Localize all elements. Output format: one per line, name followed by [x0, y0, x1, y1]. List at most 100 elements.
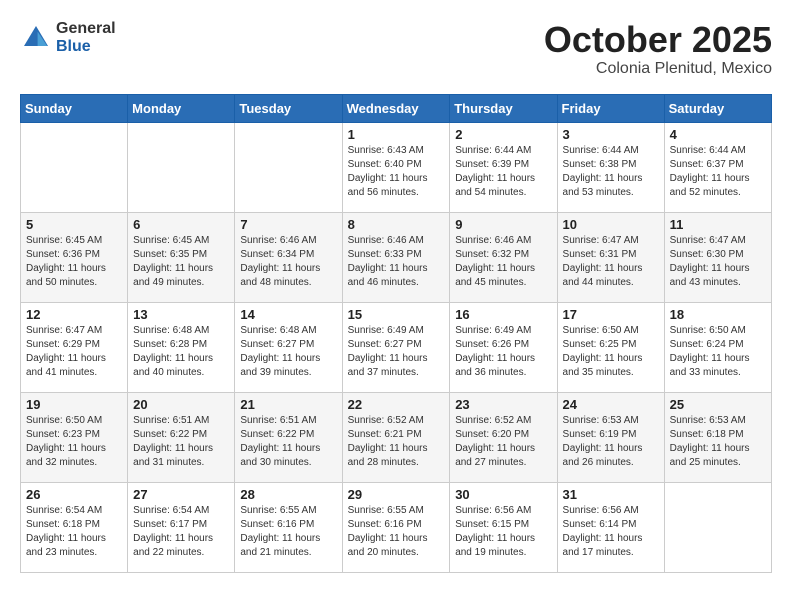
day-number: 9 [455, 217, 551, 232]
day-info: Sunrise: 6:47 AM Sunset: 6:29 PM Dayligh… [26, 324, 122, 380]
calendar-cell: 26 Sunrise: 6:54 AM Sunset: 6:18 PM Dayli… [21, 482, 128, 572]
calendar-cell: 18Sunrise: 6:50 AM Sunset: 6:24 PM Dayli… [664, 302, 771, 392]
day-info: Sunrise: 6:50 AM Sunset: 6:25 PM Dayligh… [563, 324, 659, 380]
calendar-cell: 25 Sunrise: 6:53 AM Sunset: 6:18 PM Dayli… [664, 392, 771, 482]
day-info: Sunrise: 6:43 AM Sunset: 6:40 PM Dayligh… [348, 144, 445, 200]
logo-text: General Blue [56, 20, 116, 55]
title-block: October 2025 Colonia Plenitud, Mexico [544, 20, 772, 78]
weekday-header-thursday: Thursday [450, 94, 557, 122]
day-number: 27 [133, 487, 229, 502]
day-number: 24 [563, 397, 659, 412]
day-info: Sunrise: 6:46 AM Sunset: 6:34 PM Dayligh… [240, 234, 336, 290]
month-title: October 2025 [544, 20, 772, 60]
calendar-cell: 7 Sunrise: 6:46 AM Sunset: 6:34 PM Daylig… [235, 212, 342, 302]
calendar-cell: 11 Sunrise: 6:47 AM Sunset: 6:30 PM Dayli… [664, 212, 771, 302]
day-number: 30 [455, 487, 551, 502]
location-subtitle: Colonia Plenitud, Mexico [544, 60, 772, 78]
day-number: 23 [455, 397, 551, 412]
day-number: 5 [26, 217, 122, 232]
day-info: Sunrise: 6:54 AM Sunset: 6:17 PM Dayligh… [133, 504, 229, 560]
day-number: 26 [26, 487, 122, 502]
day-info: Sunrise: 6:51 AM Sunset: 6:22 PM Dayligh… [240, 414, 336, 470]
day-number: 12 [26, 307, 122, 322]
day-number: 28 [240, 487, 336, 502]
day-number: 22 [348, 397, 445, 412]
day-info: Sunrise: 6:50 AM Sunset: 6:23 PM Dayligh… [26, 414, 122, 470]
calendar-cell: 2 Sunrise: 6:44 AM Sunset: 6:39 PM Daylig… [450, 122, 557, 212]
calendar-cell: 19 Sunrise: 6:50 AM Sunset: 6:23 PM Dayli… [21, 392, 128, 482]
day-number: 25 [670, 397, 766, 412]
calendar-cell: 3 Sunrise: 6:44 AM Sunset: 6:38 PM Daylig… [557, 122, 664, 212]
day-number: 3 [563, 127, 659, 142]
calendar-cell: 16 Sunrise: 6:49 AM Sunset: 6:26 PM Dayli… [450, 302, 557, 392]
day-info: Sunrise: 6:56 AM Sunset: 6:15 PM Dayligh… [455, 504, 551, 560]
calendar-cell: 30 Sunrise: 6:56 AM Sunset: 6:15 PM Dayli… [450, 482, 557, 572]
day-number: 11 [670, 217, 766, 232]
day-info: Sunrise: 6:52 AM Sunset: 6:20 PM Dayligh… [455, 414, 551, 470]
day-number: 29 [348, 487, 445, 502]
weekday-header-friday: Friday [557, 94, 664, 122]
calendar-cell: 31 Sunrise: 6:56 AM Sunset: 6:14 PM Dayli… [557, 482, 664, 572]
day-info: Sunrise: 6:46 AM Sunset: 6:33 PM Dayligh… [348, 234, 445, 290]
day-number: 31 [563, 487, 659, 502]
weekday-header-saturday: Saturday [664, 94, 771, 122]
day-number: 4 [670, 127, 766, 142]
page-header: General Blue October 2025 Colonia Plenit… [20, 20, 772, 78]
day-number: 20 [133, 397, 229, 412]
day-info: Sunrise: 6:46 AM Sunset: 6:32 PM Dayligh… [455, 234, 551, 290]
calendar-cell: 20Sunrise: 6:51 AM Sunset: 6:22 PM Dayli… [128, 392, 235, 482]
day-info: Sunrise: 6:55 AM Sunset: 6:16 PM Dayligh… [240, 504, 336, 560]
day-info: Sunrise: 6:53 AM Sunset: 6:18 PM Dayligh… [670, 414, 766, 470]
day-number: 7 [240, 217, 336, 232]
calendar-cell: 10 Sunrise: 6:47 AM Sunset: 6:31 PM Dayli… [557, 212, 664, 302]
calendar-cell: 6Sunrise: 6:45 AM Sunset: 6:35 PM Daylig… [128, 212, 235, 302]
calendar-cell [128, 122, 235, 212]
day-info: Sunrise: 6:49 AM Sunset: 6:26 PM Dayligh… [455, 324, 551, 380]
day-info: Sunrise: 6:48 AM Sunset: 6:27 PM Dayligh… [240, 324, 336, 380]
day-info: Sunrise: 6:52 AM Sunset: 6:21 PM Dayligh… [348, 414, 445, 470]
day-number: 13 [133, 307, 229, 322]
calendar-week-1: 1 Sunrise: 6:43 AM Sunset: 6:40 PM Daylig… [21, 122, 772, 212]
calendar-cell: 12 Sunrise: 6:47 AM Sunset: 6:29 PM Dayli… [21, 302, 128, 392]
day-info: Sunrise: 6:44 AM Sunset: 6:38 PM Dayligh… [563, 144, 659, 200]
logo: General Blue [20, 20, 116, 55]
calendar-cell: 15 Sunrise: 6:49 AM Sunset: 6:27 PM Dayli… [342, 302, 450, 392]
calendar-cell: 8 Sunrise: 6:46 AM Sunset: 6:33 PM Daylig… [342, 212, 450, 302]
calendar-cell: 9 Sunrise: 6:46 AM Sunset: 6:32 PM Daylig… [450, 212, 557, 302]
calendar-cell: 28 Sunrise: 6:55 AM Sunset: 6:16 PM Dayli… [235, 482, 342, 572]
calendar-cell: 24Sunrise: 6:53 AM Sunset: 6:19 PM Dayli… [557, 392, 664, 482]
calendar-cell: 5 Sunrise: 6:45 AM Sunset: 6:36 PM Daylig… [21, 212, 128, 302]
calendar-cell [664, 482, 771, 572]
day-number: 2 [455, 127, 551, 142]
calendar-cell [235, 122, 342, 212]
day-info: Sunrise: 6:44 AM Sunset: 6:39 PM Dayligh… [455, 144, 551, 200]
day-info: Sunrise: 6:56 AM Sunset: 6:14 PM Dayligh… [563, 504, 659, 560]
day-number: 16 [455, 307, 551, 322]
day-info: Sunrise: 6:54 AM Sunset: 6:18 PM Dayligh… [26, 504, 122, 560]
day-number: 15 [348, 307, 445, 322]
day-info: Sunrise: 6:45 AM Sunset: 6:35 PM Dayligh… [133, 234, 229, 290]
day-number: 19 [26, 397, 122, 412]
logo-general: General [56, 20, 116, 38]
day-info: Sunrise: 6:45 AM Sunset: 6:36 PM Dayligh… [26, 234, 122, 290]
calendar-cell: 4 Sunrise: 6:44 AM Sunset: 6:37 PM Daylig… [664, 122, 771, 212]
day-number: 1 [348, 127, 445, 142]
day-info: Sunrise: 6:44 AM Sunset: 6:37 PM Dayligh… [670, 144, 766, 200]
calendar-cell: 1 Sunrise: 6:43 AM Sunset: 6:40 PM Daylig… [342, 122, 450, 212]
day-info: Sunrise: 6:47 AM Sunset: 6:30 PM Dayligh… [670, 234, 766, 290]
day-number: 18 [670, 307, 766, 322]
day-info: Sunrise: 6:47 AM Sunset: 6:31 PM Dayligh… [563, 234, 659, 290]
calendar-cell [21, 122, 128, 212]
calendar-cell: 22 Sunrise: 6:52 AM Sunset: 6:21 PM Dayli… [342, 392, 450, 482]
weekday-header-monday: Monday [128, 94, 235, 122]
calendar-cell: 27 Sunrise: 6:54 AM Sunset: 6:17 PM Dayli… [128, 482, 235, 572]
weekday-header-tuesday: Tuesday [235, 94, 342, 122]
logo-blue: Blue [56, 38, 116, 56]
weekday-header-sunday: Sunday [21, 94, 128, 122]
calendar-cell: 13 Sunrise: 6:48 AM Sunset: 6:28 PM Dayli… [128, 302, 235, 392]
day-info: Sunrise: 6:49 AM Sunset: 6:27 PM Dayligh… [348, 324, 445, 380]
day-number: 8 [348, 217, 445, 232]
day-info: Sunrise: 6:48 AM Sunset: 6:28 PM Dayligh… [133, 324, 229, 380]
day-number: 17 [563, 307, 659, 322]
day-number: 10 [563, 217, 659, 232]
